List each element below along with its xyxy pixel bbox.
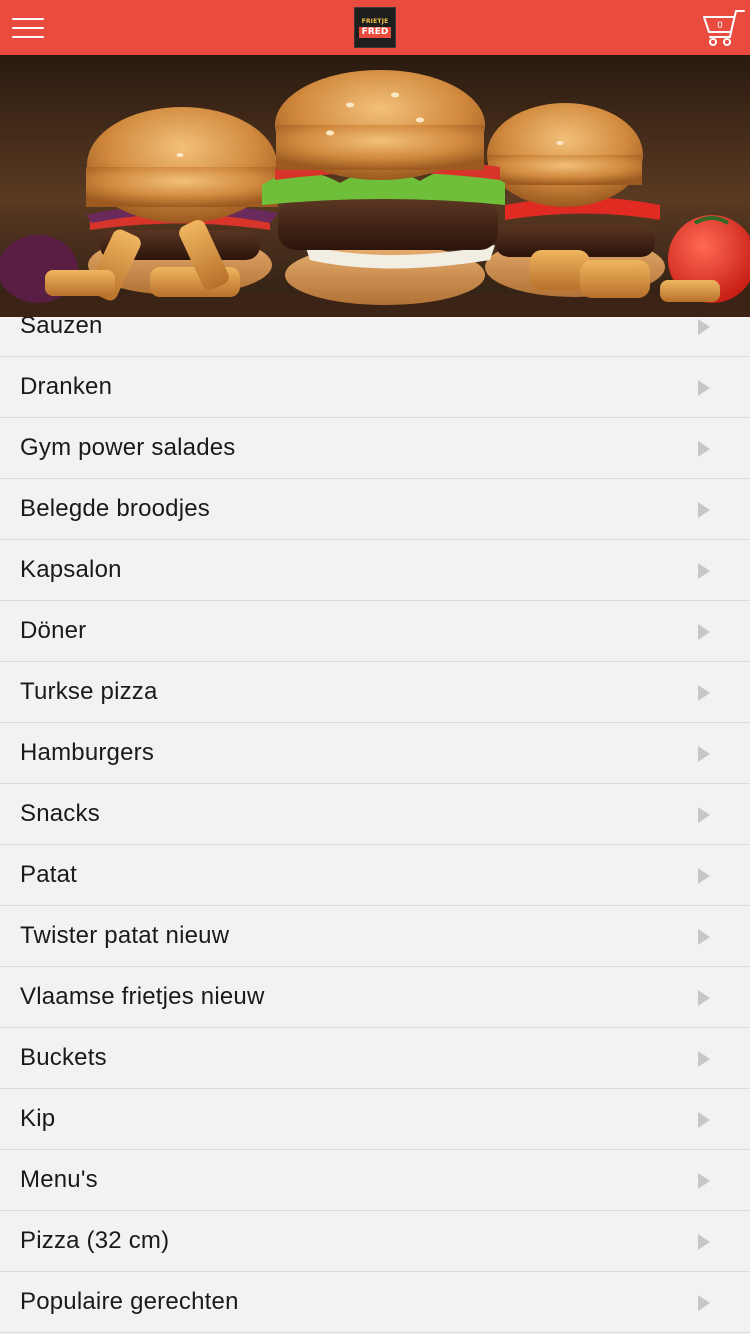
category-label: Populaire gerechten [20,1288,239,1315]
category-item-kapsalon[interactable]: Kapsalon [0,540,750,601]
category-item-turkse-pizza[interactable]: Turkse pizza [0,662,750,723]
category-label: Pizza (32 cm) [20,1227,170,1254]
chevron-right-icon [698,990,710,1006]
cart-count-badge: 0 [717,21,723,31]
category-label: Kapsalon [20,556,122,583]
category-label: Turkse pizza [20,678,158,705]
logo-text-bottom: FRED [358,26,392,38]
chevron-right-icon [698,1173,710,1189]
category-item-kip[interactable]: Kip [0,1089,750,1150]
category-item-populaire-gerechten[interactable]: Populaire gerechten [0,1272,750,1333]
category-label: Kip [20,1105,56,1132]
chevron-right-icon [698,685,710,701]
category-item-doner[interactable]: Döner [0,601,750,662]
hero-banner-image [0,55,750,317]
shopping-cart-icon[interactable]: 0 [700,8,746,48]
category-item-vlaamse-frietjes[interactable]: Vlaamse frietjes nieuw [0,967,750,1028]
chevron-right-icon [698,1112,710,1128]
category-label: Gym power salades [20,434,236,461]
category-label: Buckets [20,1044,107,1071]
category-label: Hamburgers [20,739,155,766]
app-screen: Sauzen Dranken Gym power salades Belegde… [0,0,750,1334]
chevron-right-icon [698,929,710,945]
category-item-gym-power-salades[interactable]: Gym power salades [0,418,750,479]
chevron-right-icon [698,1051,710,1067]
category-item-hamburgers[interactable]: Hamburgers [0,723,750,784]
frietje-fred-logo[interactable]: FRIETJE FRED [354,7,396,48]
category-list: Sauzen Dranken Gym power salades Belegde… [0,296,750,1333]
category-label: Dranken [20,373,113,400]
chevron-right-icon [698,868,710,884]
category-label: Menu's [20,1166,98,1193]
category-item-belegde-broodjes[interactable]: Belegde broodjes [0,479,750,540]
chevron-right-icon [698,319,710,335]
logo-text-top: FRIETJE [361,17,389,25]
category-item-snacks[interactable]: Snacks [0,784,750,845]
category-item-pizza[interactable]: Pizza (32 cm) [0,1211,750,1272]
category-item-dranken[interactable]: Dranken [0,357,750,418]
chevron-right-icon [698,807,710,823]
top-navigation-bar: FRIETJE FRED 0 [0,0,750,55]
category-label: Snacks [20,800,100,827]
category-item-menus[interactable]: Menu's [0,1150,750,1211]
burgers-illustration [0,55,750,317]
hamburger-menu-icon[interactable] [12,16,44,40]
chevron-right-icon [698,502,710,518]
category-label: Twister patat nieuw [20,922,230,949]
category-label: Vlaamse frietjes nieuw [20,983,265,1010]
chevron-right-icon [698,1234,710,1250]
category-label: Patat [20,861,78,888]
chevron-right-icon [698,1295,710,1311]
category-label: Belegde broodjes [20,495,211,522]
chevron-right-icon [698,380,710,396]
chevron-right-icon [698,746,710,762]
category-item-buckets[interactable]: Buckets [0,1028,750,1089]
chevron-right-icon [698,441,710,457]
chevron-right-icon [698,624,710,640]
category-item-twister-patat[interactable]: Twister patat nieuw [0,906,750,967]
category-label: Döner [20,617,87,644]
chevron-right-icon [698,563,710,579]
category-item-patat[interactable]: Patat [0,845,750,906]
